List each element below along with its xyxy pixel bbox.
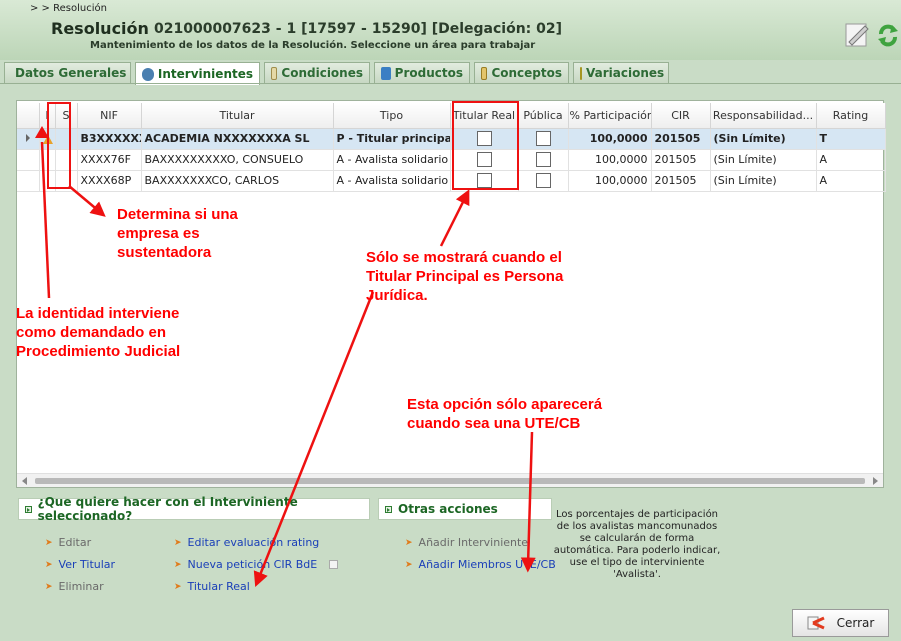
editar-action[interactable]: ➤ Editar (45, 536, 91, 549)
other-actions-header: Otras acciones (378, 498, 552, 520)
header-rowmarker (17, 103, 40, 129)
header-titular[interactable]: Titular (141, 103, 334, 129)
publica-checkbox[interactable] (535, 152, 551, 167)
resolution-id: 021000007623 - 1 [17597 - 15290] [Delega… (154, 21, 563, 37)
scroll-thumb[interactable] (35, 478, 865, 484)
annotation-titular-real: Sólo se mostrará cuando el Titular Princ… (366, 249, 564, 304)
selected-actions-header: ¿Que quiere hacer con el Interviniente s… (18, 495, 370, 523)
cube-icon (381, 66, 391, 80)
publica-checkbox[interactable] (535, 131, 551, 146)
edit-pencil-icon[interactable] (843, 20, 871, 48)
cell-participacion: 100,0000 (568, 149, 652, 171)
info-icon (329, 560, 339, 569)
scroll-left-icon[interactable] (22, 477, 27, 485)
tab-conceptos[interactable]: Conceptos (474, 62, 569, 83)
page-subtitle: Mantenimiento de los datos de la Resoluc… (90, 40, 536, 51)
header-tipo[interactable]: Tipo (333, 103, 451, 129)
header-nif[interactable]: NIF (77, 103, 142, 129)
tab-condiciones[interactable]: Condiciones (264, 62, 370, 83)
cell-tipo: P - Titular principal (333, 128, 451, 150)
cell-tipo: A - Avalista solidario (333, 149, 451, 171)
refresh-icon[interactable] (876, 22, 900, 48)
close-button[interactable]: Cerrar (792, 609, 889, 637)
current-row-indicator (17, 128, 40, 150)
tab-variaciones[interactable]: Variaciones (573, 62, 669, 83)
bullet-icon: ➤ (45, 559, 53, 570)
cell-cir: 201505 (651, 170, 711, 192)
header-responsabilidad[interactable]: Responsabilidad... (710, 103, 817, 129)
close-icon (807, 616, 825, 630)
bullet-icon: ➤ (174, 559, 182, 570)
cell-rating: T (816, 128, 886, 150)
cell-tipo: A - Avalista solidario (333, 170, 451, 192)
cell-titular: BAXXXXXXXXXO, CONSUELO (141, 149, 334, 171)
bullet-icon: ➤ (174, 537, 182, 548)
cell-responsabilidad: (Sin Límite) (710, 128, 817, 150)
cell-responsabilidad: (Sin Límite) (710, 170, 817, 192)
publica-checkbox[interactable] (535, 173, 551, 188)
cell-nif: B3XXXXXX (77, 128, 142, 150)
table-row[interactable]: XXXX68P BAXXXXXXXCO, CARLOS A - Avalista… (17, 170, 886, 192)
row-arrow-icon (25, 134, 30, 142)
section-expander-icon (385, 505, 392, 513)
header-rating[interactable]: Rating (816, 103, 886, 129)
cell-participacion: 100,0000 (568, 170, 652, 192)
current-row-indicator (17, 170, 40, 192)
cell-titular: ACADEMIA NXXXXXXXA SL (141, 128, 334, 150)
header-bar: > > Resolución Resolución 021000007623 -… (0, 0, 901, 60)
cell-nif: XXXX76F (77, 149, 142, 171)
tab-strip-divider (0, 83, 901, 84)
header-cir[interactable]: CIR (651, 103, 711, 129)
s-column-highlight (47, 102, 71, 189)
list-icon (481, 66, 488, 80)
anadir-interviniente-action[interactable]: ➤ Añadir Interviniente (405, 536, 528, 549)
bullet-icon: ➤ (405, 537, 413, 548)
cell-rating: A (816, 170, 886, 192)
table-row[interactable]: XXXX76F BAXXXXXXXXXO, CONSUELO A - Avali… (17, 149, 886, 171)
person-icon (142, 67, 154, 81)
cell-participacion: 100,0000 (568, 128, 652, 150)
cell-rating: A (816, 149, 886, 171)
current-row-indicator (17, 149, 40, 171)
header-participacion[interactable]: % Participación (568, 103, 652, 129)
annotation-ute: Esta opción sólo aparecerá cuando sea un… (407, 396, 603, 432)
editar-rating-link[interactable]: ➤ Editar evaluación rating (174, 536, 319, 549)
conditions-icon (271, 66, 278, 80)
page-title: Resolución (51, 19, 149, 38)
scroll-right-icon[interactable] (873, 477, 878, 485)
bullet-icon: ➤ (405, 559, 413, 570)
cell-cir: 201505 (651, 128, 711, 150)
cell-nif: XXXX68P (77, 170, 142, 192)
tab-productos[interactable]: Productos (374, 62, 470, 83)
participation-note: Los porcentajes de participación de los … (553, 509, 721, 580)
grid-header-row: I S NIF Titular Tipo Titular Real Públic… (17, 103, 886, 129)
titular-real-link[interactable]: ➤ Titular Real (174, 580, 250, 593)
cell-publica (518, 149, 569, 171)
titular-real-highlight (452, 101, 519, 190)
bullet-icon: ➤ (45, 581, 53, 592)
bullet-icon: ➤ (45, 537, 53, 548)
nueva-peticion-cir-link[interactable]: ➤ Nueva petición CIR BdE (174, 558, 339, 571)
cell-cir: 201505 (651, 149, 711, 171)
horizontal-scrollbar[interactable] (17, 473, 883, 487)
breadcrumb[interactable]: > > Resolución (30, 3, 107, 14)
section-expander-icon (25, 505, 32, 513)
pencil-icon (580, 66, 582, 80)
header-publica[interactable]: Pública (518, 103, 569, 129)
tab-datos-generales[interactable]: Datos Generales (4, 62, 131, 83)
bullet-icon: ➤ (174, 581, 182, 592)
tab-intervinientes[interactable]: Intervinientes (135, 62, 260, 85)
ver-titular-link[interactable]: ➤ Ver Titular (45, 558, 115, 571)
cell-publica (518, 128, 569, 150)
eliminar-action[interactable]: ➤ Eliminar (45, 580, 104, 593)
annotation-demandado: La identidad interviene como demandado e… (16, 305, 181, 360)
anadir-miembros-ute-link[interactable]: ➤ Añadir Miembros UTE/CB (405, 558, 556, 571)
annotation-sustentadora: Determina si una empresa es sustentadora (117, 206, 238, 261)
table-row[interactable]: B3XXXXXX ACADEMIA NXXXXXXXA SL P - Titul… (17, 128, 886, 150)
cell-titular: BAXXXXXXXCO, CARLOS (141, 170, 334, 192)
cell-responsabilidad: (Sin Límite) (710, 149, 817, 171)
cell-publica (518, 170, 569, 192)
